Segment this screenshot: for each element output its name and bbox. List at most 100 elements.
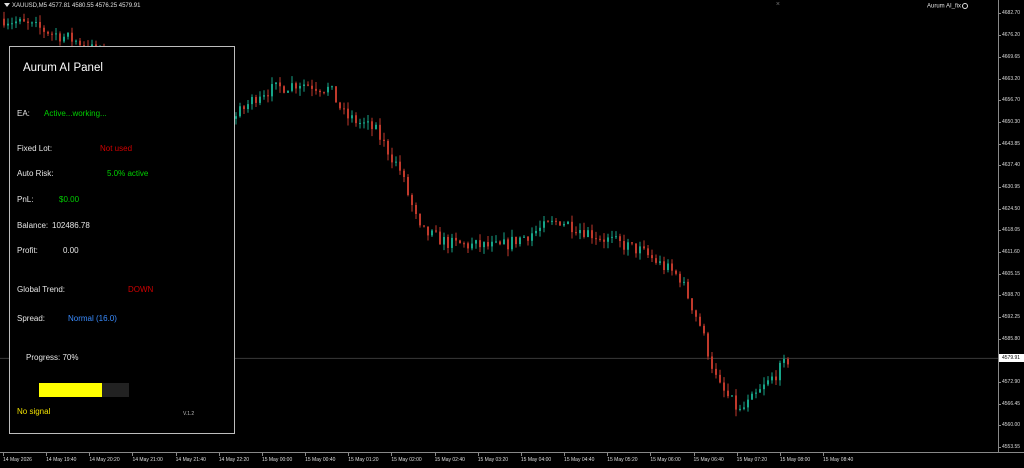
candle xyxy=(699,313,701,327)
candle xyxy=(23,13,25,22)
candle xyxy=(411,193,413,212)
candle xyxy=(455,232,457,246)
candle xyxy=(75,39,77,45)
time-axis-label: 15 May 04:00 xyxy=(520,453,552,463)
time-axis-label: 15 May 04:40 xyxy=(564,453,595,463)
ea-label: EA: xyxy=(17,109,30,118)
candle xyxy=(727,383,729,399)
candle xyxy=(707,331,709,360)
candle xyxy=(531,227,533,247)
candle xyxy=(767,376,769,387)
ea-name-text: Aurum AI_fix xyxy=(926,3,961,10)
candle xyxy=(287,90,289,93)
close-icon[interactable]: × xyxy=(776,1,780,8)
candle xyxy=(515,236,517,248)
signal-status: No signal xyxy=(17,407,51,416)
candle xyxy=(631,241,633,246)
candle xyxy=(623,234,625,255)
dropdown-triangle-icon[interactable] xyxy=(4,3,10,8)
price-axis-label: 4656.70 xyxy=(997,97,1021,104)
price-axis-label: 4598.70 xyxy=(997,292,1021,299)
candle xyxy=(603,233,605,249)
candle xyxy=(535,225,537,237)
candle xyxy=(251,94,253,110)
candle xyxy=(759,384,761,393)
candle xyxy=(315,82,317,95)
candle xyxy=(43,25,45,39)
candle xyxy=(523,235,525,238)
candle xyxy=(435,225,437,233)
price-axis-label: 4618.05 xyxy=(997,227,1021,234)
candle xyxy=(235,112,237,125)
price-axis-label: 4650.30 xyxy=(997,118,1021,125)
time-axis-label: 15 May 00:00 xyxy=(261,453,293,463)
candle xyxy=(543,216,545,233)
candle xyxy=(651,249,653,262)
candle xyxy=(395,156,397,167)
pnl-value: $0.00 xyxy=(59,195,80,204)
candle xyxy=(255,94,257,107)
candle xyxy=(479,234,481,253)
candle xyxy=(751,391,753,400)
price-scale[interactable]: 4682.70 4676.20 4669.65 4663.20 4656.70 4650.… xyxy=(997,0,1024,452)
price-axis-label: 4676.20 xyxy=(997,31,1021,38)
candle xyxy=(63,33,65,43)
price-axis-label: 4566.45 xyxy=(997,400,1021,407)
price-axis-label: 4630.95 xyxy=(997,183,1021,190)
candle xyxy=(379,118,381,146)
time-axis-label: 14 May 21:00 xyxy=(132,453,163,463)
candle xyxy=(563,221,565,227)
candle xyxy=(387,139,389,161)
time-axis-label: 15 May 06:00 xyxy=(650,453,681,463)
candle xyxy=(283,85,285,94)
candle xyxy=(659,255,661,266)
candle xyxy=(499,240,501,246)
candle xyxy=(615,231,617,239)
price-axis-label: 4592.25 xyxy=(997,313,1021,320)
candle xyxy=(495,235,497,244)
candle xyxy=(575,226,577,236)
candle xyxy=(403,168,405,183)
version-label: V.1.2 xyxy=(183,411,195,417)
candle xyxy=(15,16,17,28)
candle xyxy=(243,105,245,114)
candle xyxy=(423,225,425,228)
candle xyxy=(47,30,49,36)
candle xyxy=(323,91,325,95)
candle xyxy=(363,117,365,129)
candle xyxy=(755,388,757,399)
aurum-ai-panel: Aurum AI Panel EA: Active...working... F… xyxy=(9,46,235,434)
candle xyxy=(7,18,9,30)
pnl-label: PnL: xyxy=(17,195,34,204)
price-axis-label: 4560.00 xyxy=(997,422,1021,429)
candle xyxy=(627,238,629,256)
candle xyxy=(715,363,717,379)
candle xyxy=(731,395,733,397)
candle xyxy=(743,401,745,411)
ea-name-label[interactable]: Aurum AI_fix xyxy=(927,3,968,10)
candle xyxy=(339,101,341,111)
candle xyxy=(335,86,337,103)
candle xyxy=(487,235,489,250)
candle xyxy=(299,82,301,96)
candle xyxy=(439,226,441,245)
panel-title: Aurum AI Panel xyxy=(23,62,103,74)
candle xyxy=(519,236,521,247)
price-axis-label: 4682.70 xyxy=(997,10,1021,16)
candle xyxy=(747,394,749,412)
candle xyxy=(451,233,453,253)
time-axis-label: 15 May 03:20 xyxy=(477,453,509,463)
candle xyxy=(51,31,53,41)
candle xyxy=(431,229,433,237)
time-axis-label: 15 May 02:00 xyxy=(391,453,422,463)
candle xyxy=(367,115,369,130)
time-axis-label: 15 May 00:40 xyxy=(305,453,336,463)
price-axis-label: 4585.80 xyxy=(997,335,1021,342)
time-scale[interactable]: 14 May 2026 14 May 19:40 14 May 20:20 14 Ma… xyxy=(0,452,1024,468)
time-axis-label: 15 May 07:20 xyxy=(736,453,767,463)
candle xyxy=(739,404,741,412)
candle xyxy=(691,297,693,314)
auto-risk-value: 5.0% active xyxy=(107,169,149,178)
candle xyxy=(263,90,265,100)
candle xyxy=(59,31,61,46)
